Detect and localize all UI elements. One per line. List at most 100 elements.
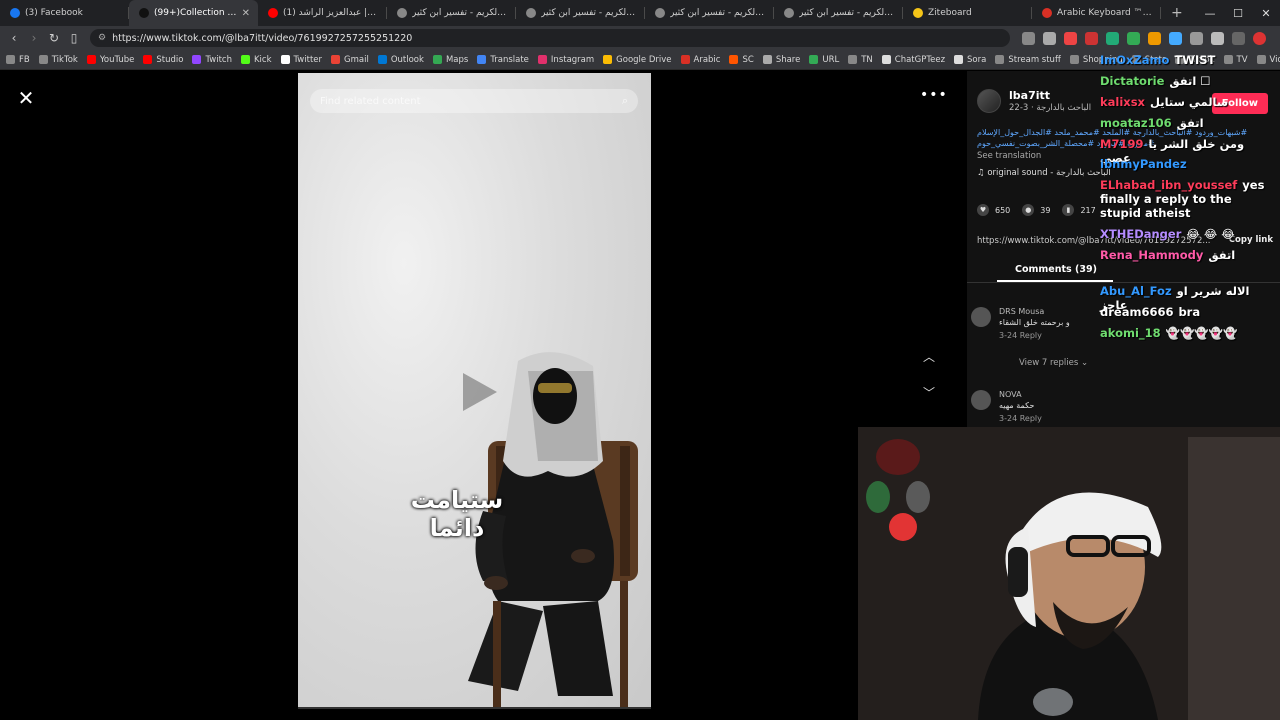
tab-8[interactable]: Arabic Keyboard ™ لوحة المفاتيح العربية <box>1032 0 1161 26</box>
bookmark-item[interactable]: URL <box>809 55 839 65</box>
tab-title: القرآن الكريم - تفسير ابن كثير <box>412 8 508 18</box>
chat-username[interactable]: ELhabad_ibn_youssef <box>1100 178 1237 192</box>
bookmark-item[interactable]: Twitter <box>280 55 322 65</box>
chat-username[interactable]: Dictatorie <box>1100 74 1164 88</box>
save-stat[interactable]: ▮ 217 <box>1062 204 1096 216</box>
comment-meta[interactable]: 3-24 Reply <box>999 414 1042 423</box>
extension-icon[interactable] <box>1106 31 1119 45</box>
extension-icon[interactable] <box>1127 31 1140 45</box>
tab-6[interactable]: القرآن الكريم - تفسير ابن كثير <box>774 0 903 26</box>
share-icon[interactable] <box>1043 31 1056 45</box>
minimize-button[interactable]: — <box>1196 7 1224 20</box>
bookmark-item[interactable]: Translate <box>477 55 529 65</box>
comment-stat[interactable]: ● 39 <box>1022 204 1050 216</box>
like-stat[interactable]: ♥ 650 <box>977 204 1010 216</box>
puzzle-icon[interactable] <box>1190 31 1203 45</box>
heart-icon[interactable]: ♥ <box>977 204 989 216</box>
close-window-button[interactable]: ✕ <box>1252 7 1280 20</box>
tab-3[interactable]: القرآن الكريم - تفسير ابن كثير <box>387 0 516 26</box>
forward-button[interactable]: › <box>24 26 44 50</box>
comment-icon[interactable]: ● <box>1022 204 1035 216</box>
back-button[interactable]: ‹ <box>4 26 24 50</box>
chat-username[interactable]: akomi_18 <box>1100 326 1161 340</box>
tab-5[interactable]: القرآن الكريم - تفسير ابن كثير <box>645 0 774 26</box>
video-progress-bar[interactable] <box>298 707 651 709</box>
bookmark-favicon-icon <box>729 55 739 64</box>
bookmark-label: Studio <box>156 54 184 65</box>
bookmark-save-icon[interactable]: ▮ <box>1062 204 1075 216</box>
site-info-icon[interactable]: ⚙ <box>98 33 106 43</box>
bookmark-favicon-icon <box>6 55 15 64</box>
bookmark-item[interactable]: Stream stuff <box>995 55 1061 65</box>
bookmark-item[interactable]: SC <box>729 54 754 65</box>
bookmark-item[interactable]: Instagram <box>537 55 594 65</box>
chat-username[interactable]: Rena_Hammody <box>1100 248 1203 262</box>
comment-author[interactable]: NOVA <box>999 390 1042 399</box>
bookmark-item[interactable]: ChatGPTeez <box>881 55 945 65</box>
extension-icon[interactable] <box>1022 31 1035 45</box>
find-related-search[interactable]: Find related content ⌕ <box>310 89 638 113</box>
chat-username[interactable]: M7199 <box>1100 137 1143 151</box>
chat-username[interactable]: moataz106 <box>1100 116 1172 130</box>
reload-button[interactable]: ↻ <box>44 26 64 50</box>
bookmark-item[interactable]: Arabic <box>680 55 720 65</box>
bookmark-item[interactable]: Google Drive <box>603 55 672 65</box>
chat-username[interactable]: ImOxZamo <box>1100 53 1169 67</box>
sound-link[interactable]: ♫ original sound - الباحث بالدارجة <box>977 168 1111 178</box>
play-icon[interactable] <box>463 373 497 411</box>
bookmark-item[interactable]: Kick <box>240 55 272 65</box>
maximize-button[interactable]: ☐ <box>1224 7 1252 20</box>
chat-username[interactable]: dream6666 <box>1100 305 1173 319</box>
tab-7[interactable]: Ziteboard <box>903 0 1032 26</box>
bookmark-item[interactable]: FB <box>6 55 30 65</box>
extension-icon[interactable] <box>1148 31 1161 45</box>
view-replies-link[interactable]: View 7 replies ⌄ <box>1019 358 1088 368</box>
profile-icon[interactable] <box>1253 31 1266 45</box>
extension-icon[interactable] <box>1085 31 1098 45</box>
bookmark-item[interactable]: Twitch <box>192 55 232 65</box>
chat-username[interactable]: ibnmyPandez <box>1100 157 1187 171</box>
tab-4[interactable]: القرآن الكريم - تفسير ابن كثير <box>516 0 645 26</box>
chat-text: اتفق <box>1176 116 1204 130</box>
tab-1[interactable]: (99+)Collection Stream ✕ <box>129 0 258 26</box>
video-player[interactable]: Find related content ⌕ ستيامت دائما <box>298 73 651 707</box>
avatar[interactable] <box>977 89 1001 113</box>
avatar[interactable] <box>971 307 991 327</box>
sidebar-icon[interactable] <box>1211 31 1224 45</box>
chat-username[interactable]: XTHEDanger <box>1100 227 1181 241</box>
tab-0[interactable]: (3) Facebook <box>0 0 129 26</box>
bookmark-item[interactable]: Studio <box>143 55 183 65</box>
chat-username[interactable]: kalixsx <box>1100 95 1145 109</box>
previous-video-icon[interactable]: ︿ <box>918 346 940 368</box>
url-bar[interactable]: ⚙ https://www.tiktok.com/@lba7itt/video/… <box>90 29 1010 47</box>
comment-meta[interactable]: 3-24 Reply <box>999 331 1070 340</box>
comment-author[interactable]: DRS Mousa <box>999 307 1070 316</box>
bookmark-item[interactable]: YouTube <box>86 55 134 65</box>
bookmark-item[interactable]: Share <box>762 55 800 65</box>
chat-username[interactable]: Abu_Al_Foz <box>1100 284 1172 298</box>
next-video-icon[interactable]: ﹀ <box>918 382 940 404</box>
close-tab-icon[interactable]: ✕ <box>242 8 250 19</box>
tab-comments[interactable]: Comments (39) <box>1015 264 1097 275</box>
bookmark-item[interactable]: Maps <box>432 55 468 65</box>
author-username[interactable]: lba7itt <box>1009 89 1091 102</box>
bookmark-item[interactable]: Sora <box>954 55 986 65</box>
new-tab-button[interactable]: + <box>1161 5 1193 21</box>
bookmark-icon[interactable]: ▯ <box>64 26 84 50</box>
chat-message: XTHEDanger 😂 😂 😂 <box>1100 227 1275 241</box>
bookmark-item[interactable]: Outlook <box>377 55 424 65</box>
bookmark-item[interactable]: Gmail <box>331 55 369 65</box>
music-icon[interactable] <box>1232 31 1245 45</box>
bookmark-item[interactable]: TN <box>848 55 873 65</box>
close-icon[interactable]: ✕ <box>16 88 36 108</box>
extension-icon[interactable] <box>1169 31 1182 45</box>
avatar[interactable] <box>971 390 991 410</box>
bookmark-label: SC <box>742 54 754 65</box>
more-options-icon[interactable]: ••• <box>920 87 948 103</box>
brave-shield-icon[interactable] <box>1064 31 1077 45</box>
bookmark-item[interactable]: TikTok <box>38 55 78 65</box>
see-translation-link[interactable]: See translation <box>977 151 1041 161</box>
tab-2[interactable]: (1) الله يعلمَ | عبدالعزيز الراشد <box>258 0 387 26</box>
search-icon[interactable]: ⌕ <box>622 94 628 108</box>
author-info[interactable]: lba7itt الباحث بالدارجة · 3-22 <box>977 89 1091 113</box>
